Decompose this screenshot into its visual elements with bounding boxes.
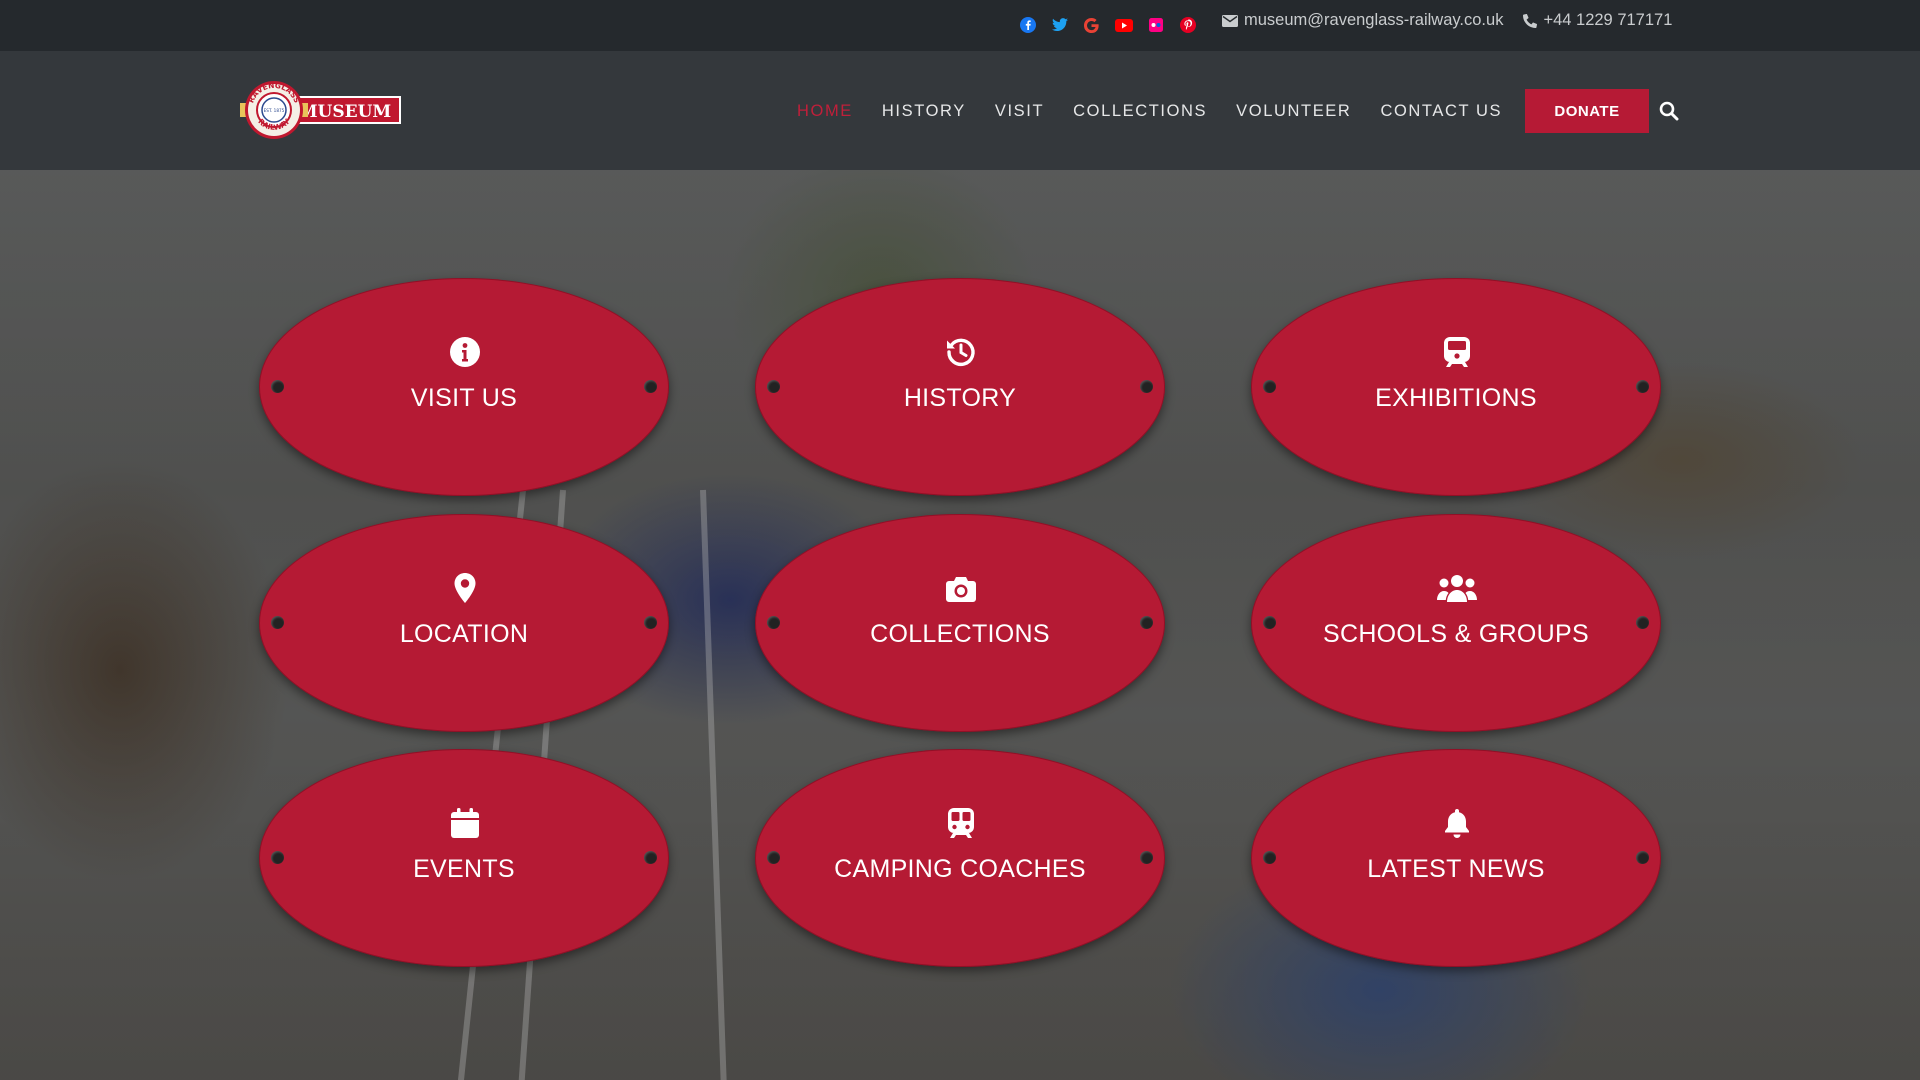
tile-events[interactable]: EVENTS — [259, 749, 669, 967]
tile-camping-coaches[interactable]: CAMPING COACHES — [755, 749, 1165, 967]
history-icon — [945, 336, 977, 368]
search-icon[interactable] — [1659, 101, 1679, 121]
tile-collections[interactable]: COLLECTIONS — [755, 514, 1165, 732]
tile-label: EVENTS — [413, 855, 515, 883]
tile-schools-groups[interactable]: SCHOOLS & GROUPS — [1251, 514, 1661, 732]
nav-visit[interactable]: VISIT — [995, 98, 1044, 124]
tile-label: LATEST NEWS — [1367, 855, 1545, 883]
tile-visit-us[interactable]: VISIT US — [259, 278, 669, 496]
logo-centre: EST. 1875 — [264, 108, 285, 113]
nav-home[interactable]: HOME — [797, 98, 853, 124]
main-header: MUSEUM RAVENGLASS RAILWAY EST. 1875 HOME… — [0, 51, 1920, 170]
facebook-icon[interactable] — [1016, 14, 1039, 36]
tile-label: EXHIBITIONS — [1375, 384, 1537, 412]
phone-link[interactable]: +44 1229 717171 — [1523, 11, 1672, 30]
users-icon — [1436, 572, 1478, 604]
social-links — [1016, 14, 1199, 36]
tile-location[interactable]: LOCATION — [259, 514, 669, 732]
main-nav: HOME HISTORY VISIT COLLECTIONS VOLUNTEER… — [797, 98, 1502, 124]
nav-history[interactable]: HISTORY — [882, 98, 966, 124]
camera-icon — [945, 572, 977, 604]
twitter-icon[interactable] — [1048, 14, 1071, 36]
google-icon[interactable] — [1080, 14, 1103, 36]
youtube-icon[interactable] — [1112, 14, 1135, 36]
tile-label: LOCATION — [399, 620, 529, 648]
museum-logo[interactable]: MUSEUM RAVENGLASS RAILWAY EST. 1875 — [238, 79, 404, 141]
phone-icon — [1523, 13, 1538, 28]
envelope-icon — [1222, 14, 1238, 27]
track-rail — [700, 489, 727, 1080]
tile-history[interactable]: HISTORY — [755, 278, 1165, 496]
logo-word: MUSEUM — [299, 102, 392, 122]
info-icon — [449, 336, 481, 368]
nav-contact-us[interactable]: CONTACT US — [1380, 98, 1502, 124]
tile-label: SCHOOLS & GROUPS — [1323, 620, 1589, 648]
email-text: museum@ravenglass-railway.co.uk — [1244, 11, 1504, 29]
calendar-icon — [449, 807, 481, 839]
subway-icon — [945, 807, 977, 839]
train-icon — [1441, 336, 1473, 368]
map-pin-icon — [449, 572, 481, 604]
phone-text: +44 1229 717171 — [1543, 11, 1673, 29]
hero-section: VISIT US HISTORY EXHIBITIONS LOCATION CO… — [0, 170, 1920, 1080]
nav-volunteer[interactable]: VOLUNTEER — [1236, 98, 1351, 124]
tile-exhibitions[interactable]: EXHIBITIONS — [1251, 278, 1661, 496]
bell-icon — [1441, 807, 1473, 839]
donate-button[interactable]: DONATE — [1525, 89, 1649, 133]
email-link[interactable]: museum@ravenglass-railway.co.uk — [1222, 11, 1503, 30]
nav-collections[interactable]: COLLECTIONS — [1073, 98, 1207, 124]
flickr-icon[interactable] — [1144, 14, 1167, 36]
pinterest-icon[interactable] — [1176, 14, 1199, 36]
tile-label: CAMPING COACHES — [834, 855, 1086, 883]
tile-label: HISTORY — [903, 384, 1017, 412]
tile-latest-news[interactable]: LATEST NEWS — [1251, 749, 1661, 967]
top-bar: museum@ravenglass-railway.co.uk +44 1229… — [0, 0, 1920, 51]
tile-label: COLLECTIONS — [870, 620, 1050, 648]
contact-info: museum@ravenglass-railway.co.uk +44 1229… — [1222, 11, 1672, 30]
tile-label: VISIT US — [410, 384, 518, 412]
